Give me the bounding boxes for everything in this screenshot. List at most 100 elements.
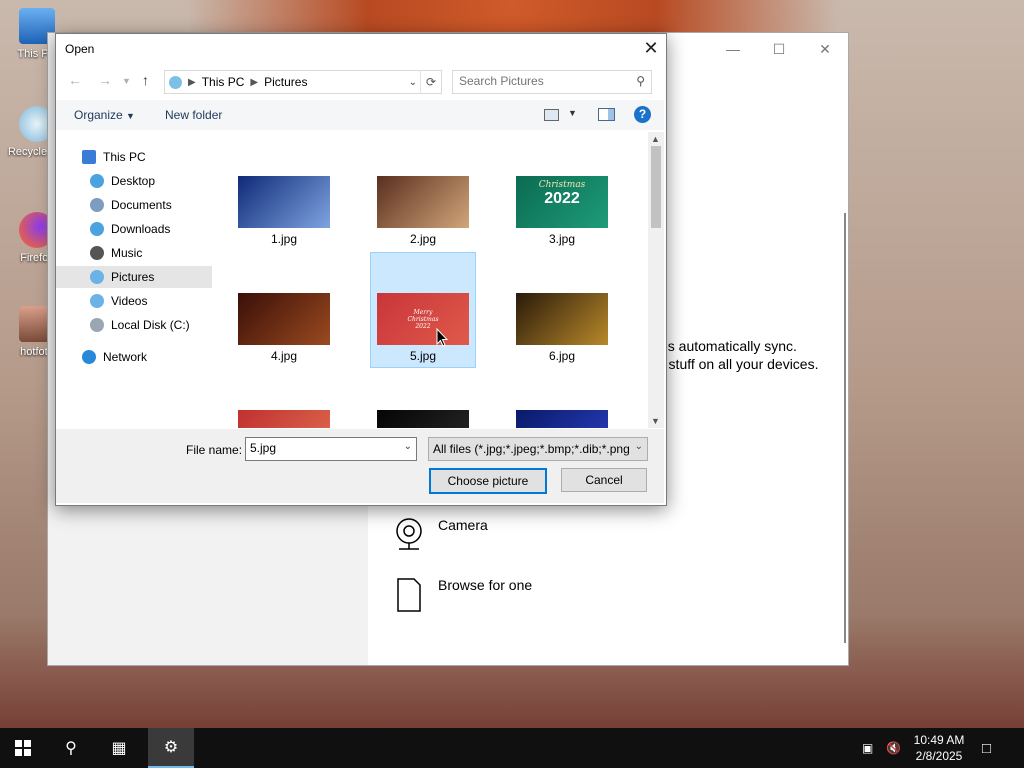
- file-item[interactable]: 4.jpg: [232, 269, 336, 385]
- taskbar: ⚲ ▦ ⚙ ▣ 🔇 10:49 AM 2/8/2025 □: [0, 728, 1024, 768]
- browse-option[interactable]: Browse for one: [394, 577, 532, 613]
- vertical-scrollbar[interactable]: ▲ ▼: [648, 132, 664, 428]
- windows-logo-icon: [15, 740, 31, 756]
- search-icon[interactable]: ⚲: [48, 728, 94, 768]
- chevron-down-icon: ▼: [126, 111, 135, 121]
- chevron-down-icon[interactable]: ⌄: [409, 77, 417, 88]
- settings-gear-icon[interactable]: ⚙: [148, 728, 194, 768]
- thumbnail-text: 2022: [544, 190, 580, 207]
- thumbnail: Merry Christmas 2022: [377, 293, 469, 345]
- file-name: 4.jpg: [270, 349, 298, 363]
- chevron-down-icon[interactable]: ▼: [568, 108, 577, 118]
- sync-text-line-2: r stuff on all your devices.: [660, 356, 819, 372]
- file-item-selected[interactable]: Merry Christmas 2022 5.jpg: [370, 252, 476, 368]
- nav-item-this-pc[interactable]: This PC: [82, 146, 146, 168]
- nav-item-label: Downloads: [111, 222, 171, 236]
- minimize-icon[interactable]: —: [710, 33, 756, 65]
- nav-item-network[interactable]: Network: [82, 346, 147, 368]
- cancel-button[interactable]: Cancel: [561, 468, 647, 492]
- refresh-icon[interactable]: ⟳: [420, 70, 442, 94]
- documents-icon: [90, 198, 104, 212]
- view-icon[interactable]: [544, 109, 559, 121]
- volume-muted-icon[interactable]: 🔇: [886, 728, 901, 768]
- breadcrumb-this-pc[interactable]: This PC: [202, 75, 245, 89]
- new-folder-button[interactable]: New folder: [165, 108, 222, 122]
- file-name: 1.jpg: [270, 232, 298, 246]
- notification-icon[interactable]: □: [982, 728, 991, 768]
- camera-option[interactable]: Camera: [394, 517, 488, 551]
- scroll-down-icon[interactable]: ▼: [651, 416, 660, 426]
- recent-locations-icon[interactable]: ▼: [122, 76, 131, 86]
- nav-item-downloads[interactable]: Downloads: [90, 218, 170, 240]
- network-icon: [82, 350, 96, 364]
- file-name-combobox[interactable]: ⌄: [245, 437, 417, 461]
- browse-option-label: Browse for one: [438, 577, 533, 593]
- file-name-input[interactable]: [246, 438, 400, 458]
- thumbnail: [238, 293, 330, 345]
- nav-item-label: Network: [103, 350, 148, 364]
- close-icon[interactable]: ✕: [802, 33, 848, 65]
- file-item[interactable]: [510, 386, 614, 428]
- file-type-select[interactable]: All files (*.jpg;*.jpeg;*.bmp;*.dib;*.pn…: [428, 437, 648, 461]
- camera-icon: [396, 518, 422, 550]
- clock[interactable]: 10:49 AM 2/8/2025: [904, 732, 974, 764]
- nav-item-documents[interactable]: Documents: [90, 194, 172, 216]
- nav-item-music[interactable]: Music: [90, 242, 142, 264]
- downloads-icon: [90, 222, 104, 236]
- thumbnail-text: Christmas: [407, 316, 439, 323]
- back-arrow-icon[interactable]: ←: [68, 72, 82, 88]
- desktop-icon: [90, 174, 104, 188]
- file-item[interactable]: [371, 386, 475, 428]
- file-name: 3.jpg: [548, 232, 576, 246]
- file-item[interactable]: 6.jpg: [510, 269, 614, 385]
- file-list: 1.jpg 2.jpg Christmas 2022 3.jpg 4.jpg M…: [216, 132, 646, 428]
- nav-item-label: Videos: [111, 294, 148, 308]
- up-arrow-icon[interactable]: ↑: [142, 72, 149, 88]
- nav-item-label: Desktop: [111, 174, 156, 188]
- file-name: 6.jpg: [548, 349, 576, 363]
- thumbnail: [377, 410, 469, 428]
- choose-picture-button[interactable]: Choose picture: [429, 468, 547, 494]
- nav-item-label: This PC: [103, 150, 146, 164]
- nav-item-pictures[interactable]: Pictures: [56, 266, 212, 288]
- file-item[interactable]: 1.jpg: [232, 152, 336, 268]
- search-box[interactable]: ⚲: [452, 70, 652, 94]
- maximize-icon[interactable]: ☐: [756, 33, 802, 65]
- chevron-right-icon: ▶: [188, 76, 196, 88]
- thumbnail-text: Christmas: [538, 180, 586, 190]
- nav-item-label: Music: [111, 246, 143, 260]
- command-bar: Organize ▼ New folder ▼ ?: [56, 100, 664, 130]
- file-item[interactable]: Christmas 2022 3.jpg: [510, 152, 614, 268]
- start-button[interactable]: [0, 728, 46, 768]
- scrollbar-thumb[interactable]: [651, 146, 661, 228]
- nav-item-desktop[interactable]: Desktop: [90, 170, 155, 192]
- scrollbar[interactable]: [844, 213, 846, 643]
- help-icon[interactable]: ?: [634, 106, 651, 123]
- close-icon[interactable]: ✕: [636, 34, 666, 62]
- organize-button[interactable]: Organize ▼: [74, 108, 135, 122]
- navigation-pane: This PC Desktop Documents Downloads Musi…: [56, 132, 212, 428]
- nav-item-videos[interactable]: Videos: [90, 290, 147, 312]
- dialog-title: Open: [65, 42, 95, 56]
- scroll-up-icon[interactable]: ▲: [651, 134, 660, 144]
- nav-item-label: Pictures: [111, 270, 155, 284]
- search-input[interactable]: [453, 71, 629, 91]
- address-bar[interactable]: ▶ This PC ▶ Pictures ⌄: [164, 70, 442, 94]
- preview-pane-icon[interactable]: [598, 108, 615, 121]
- pictures-icon: [90, 270, 104, 284]
- thumbnail: [516, 293, 608, 345]
- file-item[interactable]: 2.jpg: [371, 152, 475, 268]
- breadcrumb-pictures[interactable]: Pictures: [264, 75, 307, 89]
- forward-arrow-icon[interactable]: →: [98, 72, 112, 88]
- open-dialog: Open ✕ ← → ▼ ↑ ▶ This PC ▶ Pictures ⌄ ⟳ …: [55, 33, 667, 506]
- task-view-icon[interactable]: ▦: [96, 728, 142, 768]
- thumbnail: [238, 410, 330, 428]
- chevron-down-icon[interactable]: ⌄: [404, 441, 412, 452]
- clock-date: 2/8/2025: [915, 749, 963, 763]
- network-icon[interactable]: ▣: [862, 728, 873, 768]
- videos-icon: [90, 294, 104, 308]
- chevron-down-icon: ⌄: [634, 441, 643, 452]
- file-name-label: File name:: [186, 443, 243, 457]
- file-item[interactable]: [232, 386, 336, 428]
- nav-item-local-disk[interactable]: Local Disk (C:): [90, 314, 190, 336]
